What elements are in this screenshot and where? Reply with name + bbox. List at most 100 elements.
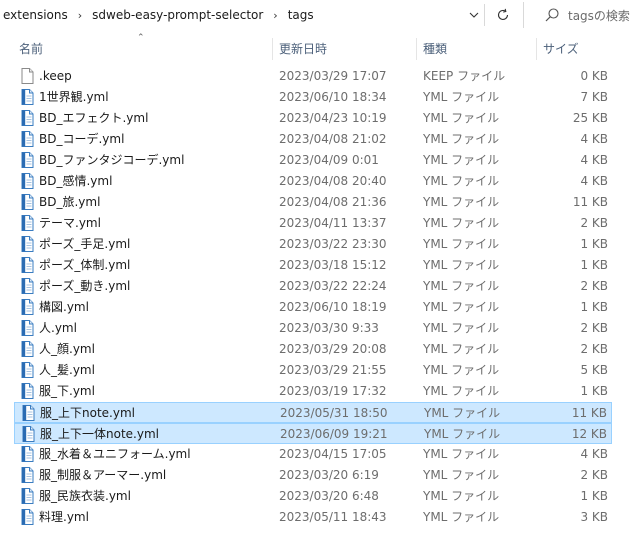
file-row[interactable]: 服_水着＆ユニフォーム.yml 2023/04/15 17:05 YML ファイル 4… bbox=[14, 444, 612, 465]
column-divider[interactable] bbox=[536, 38, 537, 60]
yml-file-icon bbox=[19, 509, 35, 525]
column-header-date[interactable]: 更新日時 bbox=[279, 38, 327, 60]
file-row[interactable]: ポーズ_動き.yml 2023/03/22 22:24 YML ファイル 2 KB bbox=[14, 276, 612, 297]
file-type: YML ファイル bbox=[423, 384, 500, 398]
yml-file-icon bbox=[19, 257, 35, 273]
file-name: テーマ.yml bbox=[39, 216, 101, 230]
column-header-type[interactable]: 種類 bbox=[423, 38, 447, 60]
file-name: 服_制服＆アーマー.yml bbox=[39, 468, 167, 482]
file-name: BD_ファンタジコーデ.yml bbox=[39, 153, 185, 167]
refresh-button[interactable] bbox=[489, 2, 517, 28]
file-row[interactable]: 服_制服＆アーマー.yml 2023/03/20 6:19 YML ファイル 2 KB bbox=[14, 465, 612, 486]
file-date: 2023/03/29 20:08 bbox=[279, 342, 387, 356]
file-type: YML ファイル bbox=[424, 406, 501, 420]
file-name: 服_上下一体note.yml bbox=[40, 427, 159, 441]
file-name: BD_旅.yml bbox=[39, 195, 101, 209]
yml-file-icon bbox=[19, 131, 35, 147]
file-row[interactable]: BD_感情.yml 2023/04/08 20:40 YML ファイル 4 KB bbox=[14, 171, 612, 192]
file-size: 5 KB bbox=[580, 363, 608, 377]
yml-file-icon bbox=[19, 299, 35, 315]
file-size: 11 KB bbox=[572, 195, 608, 209]
file-row[interactable]: 服_上下一体note.yml 2023/06/09 19:21 YML ファイル 12… bbox=[14, 423, 612, 444]
yml-file-icon bbox=[20, 426, 36, 442]
refresh-icon bbox=[497, 8, 509, 21]
file-date: 2023/04/23 10:19 bbox=[279, 111, 387, 125]
file-row[interactable]: BD_旅.yml 2023/04/08 21:36 YML ファイル 11 KB bbox=[14, 192, 612, 213]
file-row[interactable]: 服_下.yml 2023/03/19 17:32 YML ファイル 1 KB bbox=[14, 381, 612, 402]
file-date: 2023/04/08 20:40 bbox=[279, 174, 387, 188]
file-name: 構図.yml bbox=[39, 300, 89, 314]
file-date: 2023/03/19 17:32 bbox=[279, 384, 387, 398]
file-date: 2023/04/15 17:05 bbox=[279, 447, 387, 461]
file-name: 1世界観.yml bbox=[39, 90, 109, 104]
file-size: 4 KB bbox=[580, 153, 608, 167]
file-date: 2023/03/30 9:33 bbox=[279, 321, 379, 335]
column-header-name[interactable]: 名前 bbox=[19, 38, 43, 60]
file-type: YML ファイル bbox=[423, 342, 500, 356]
file-type: YML ファイル bbox=[423, 300, 500, 314]
chevron-right-icon[interactable]: › bbox=[267, 9, 283, 22]
file-size: 4 KB bbox=[580, 174, 608, 188]
file-type: YML ファイル bbox=[423, 216, 500, 230]
file-type: YML ファイル bbox=[423, 237, 500, 251]
file-name: 人_顔.yml bbox=[39, 342, 95, 356]
column-divider[interactable] bbox=[416, 38, 417, 60]
file-row[interactable]: 構図.yml 2023/06/10 18:19 YML ファイル 1 KB bbox=[14, 297, 612, 318]
yml-file-icon bbox=[19, 467, 35, 483]
file-row[interactable]: 料理.yml 2023/05/11 18:43 YML ファイル 3 KB bbox=[14, 507, 612, 528]
breadcrumb-tags[interactable]: tags bbox=[284, 8, 318, 22]
file-size: 25 KB bbox=[572, 111, 608, 125]
file-row[interactable]: BD_ファンタジコーデ.yml 2023/04/09 0:01 YML ファイル 4 … bbox=[14, 150, 612, 171]
file-row[interactable]: 服_上下note.yml 2023/05/31 18:50 YML ファイル 11 K… bbox=[14, 402, 612, 423]
file-date: 2023/04/08 21:02 bbox=[279, 132, 387, 146]
file-row[interactable]: 人_顔.yml 2023/03/29 20:08 YML ファイル 2 KB bbox=[14, 339, 612, 360]
file-row[interactable]: 人.yml 2023/03/30 9:33 YML ファイル 2 KB bbox=[14, 318, 612, 339]
file-size: 12 KB bbox=[571, 427, 607, 441]
file-type: YML ファイル bbox=[423, 90, 500, 104]
address-bar[interactable]: extensions › sdweb-easy-prompt-selector … bbox=[0, 2, 483, 28]
file-row[interactable]: 1世界観.yml 2023/06/10 18:34 YML ファイル 7 KB bbox=[14, 87, 612, 108]
yml-file-icon bbox=[19, 215, 35, 231]
breadcrumb-sdweb-easy-prompt-selector[interactable]: sdweb-easy-prompt-selector bbox=[88, 8, 267, 22]
column-divider[interactable] bbox=[272, 38, 273, 60]
file-size: 2 KB bbox=[580, 321, 608, 335]
column-header-row: 名前 更新日時 種類 サイズ bbox=[0, 38, 639, 60]
yml-file-icon bbox=[19, 89, 35, 105]
file-date: 2023/05/31 18:50 bbox=[280, 406, 388, 420]
file-date: 2023/04/11 13:37 bbox=[279, 216, 387, 230]
file-size: 3 KB bbox=[580, 510, 608, 524]
yml-file-icon bbox=[19, 152, 35, 168]
file-type: YML ファイル bbox=[424, 427, 501, 441]
file-name: 服_下.yml bbox=[39, 384, 95, 398]
file-row[interactable]: ポーズ_体制.yml 2023/03/18 15:12 YML ファイル 1 KB bbox=[14, 255, 612, 276]
file-row[interactable]: ポーズ_手足.yml 2023/03/22 23:30 YML ファイル 1 KB bbox=[14, 234, 612, 255]
file-size: 1 KB bbox=[580, 237, 608, 251]
file-type: YML ファイル bbox=[423, 363, 500, 377]
file-row[interactable]: .keep 2023/03/29 17:07 KEEP ファイル 0 KB bbox=[14, 66, 612, 87]
file-date: 2023/03/29 17:07 bbox=[279, 69, 387, 83]
file-date: 2023/03/20 6:19 bbox=[279, 468, 379, 482]
column-header-size[interactable]: サイズ bbox=[543, 38, 579, 60]
file-row[interactable]: 人_髪.yml 2023/03/29 21:55 YML ファイル 5 KB bbox=[14, 360, 612, 381]
file-name: 人.yml bbox=[39, 321, 77, 335]
file-type: YML ファイル bbox=[423, 447, 500, 461]
chevron-down-icon bbox=[469, 12, 479, 18]
file-type: YML ファイル bbox=[423, 468, 500, 482]
file-date: 2023/04/08 21:36 bbox=[279, 195, 387, 209]
address-history-dropdown[interactable] bbox=[465, 2, 483, 28]
search-input[interactable]: tagsの検索 bbox=[523, 2, 639, 28]
search-placeholder: tagsの検索 bbox=[568, 8, 630, 23]
blank-file-icon bbox=[19, 68, 35, 84]
file-type: YML ファイル bbox=[423, 195, 500, 209]
file-date: 2023/03/20 6:48 bbox=[279, 489, 379, 503]
file-row[interactable]: BD_コーデ.yml 2023/04/08 21:02 YML ファイル 4 KB bbox=[14, 129, 612, 150]
chevron-right-icon[interactable]: › bbox=[72, 9, 88, 22]
file-name: ポーズ_手足.yml bbox=[39, 237, 131, 251]
breadcrumb-extensions[interactable]: extensions bbox=[0, 8, 72, 22]
file-row[interactable]: テーマ.yml 2023/04/11 13:37 YML ファイル 2 KB bbox=[14, 213, 612, 234]
file-row[interactable]: BD_エフェクト.yml 2023/04/23 10:19 YML ファイル 25 K… bbox=[14, 108, 612, 129]
file-row[interactable]: 服_民族衣装.yml 2023/03/20 6:48 YML ファイル 1 KB bbox=[14, 486, 612, 507]
yml-file-icon bbox=[20, 405, 36, 421]
yml-file-icon bbox=[19, 341, 35, 357]
file-date: 2023/05/11 18:43 bbox=[279, 510, 387, 524]
